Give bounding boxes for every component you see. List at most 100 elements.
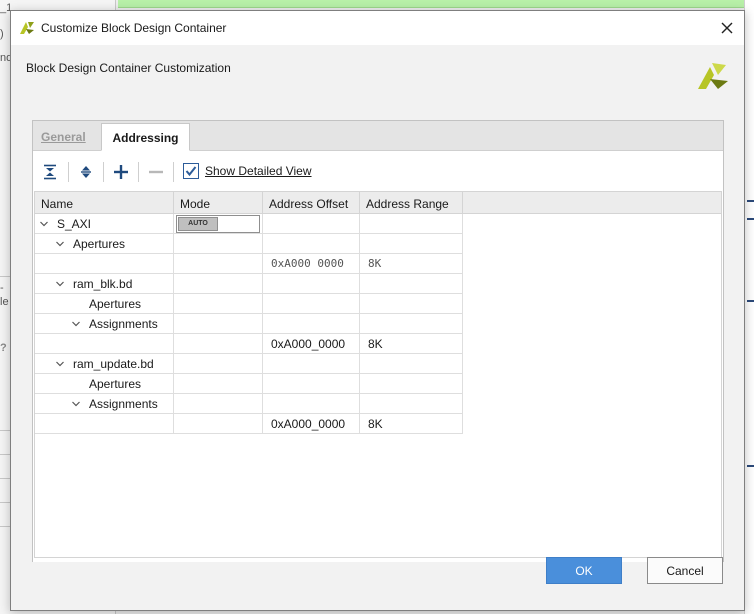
- dialog-titlebar[interactable]: Customize Block Design Container: [11, 11, 744, 45]
- close-button[interactable]: [716, 17, 738, 39]
- vivado-brand-icon: [698, 63, 728, 89]
- mode-cell: [174, 294, 263, 314]
- offset-cell: [263, 374, 360, 394]
- chevron-down-icon[interactable]: [55, 239, 65, 249]
- toolbar-separator: [103, 162, 104, 182]
- table-row[interactable]: Apertures: [35, 294, 463, 314]
- range-cell: [360, 294, 463, 314]
- table-row[interactable]: ram_blk.bd: [35, 274, 463, 294]
- name-cell: [35, 334, 174, 354]
- name-cell: Assignments: [35, 314, 174, 334]
- chevron-down-icon[interactable]: [71, 319, 81, 329]
- vivado-logo-icon: [20, 22, 34, 34]
- table-row[interactable]: 0xA000 0000 8K: [35, 254, 463, 274]
- mode-cell: [174, 234, 263, 254]
- group-name: Apertures: [89, 297, 142, 311]
- offset-cell: [263, 314, 360, 334]
- table-row[interactable]: 0xA000_0000 8K: [35, 414, 463, 434]
- mode-cell: [174, 374, 263, 394]
- add-button[interactable]: [110, 161, 132, 183]
- offset-cell: 0xA000_0000: [263, 334, 360, 354]
- offset-cell: [263, 274, 360, 294]
- name-cell: ram_blk.bd: [35, 274, 174, 294]
- background-marker: [747, 300, 754, 302]
- show-detailed-view-checkbox[interactable]: [183, 163, 199, 179]
- minus-icon: [149, 170, 163, 174]
- range-cell: 8K: [360, 254, 463, 274]
- addressing-toolbar: Show Detailed View: [33, 151, 723, 191]
- range-cell: [360, 214, 463, 234]
- group-name: Apertures: [73, 237, 126, 251]
- show-detailed-view-label[interactable]: Show Detailed View: [205, 164, 312, 178]
- name-cell: ram_update.bd: [35, 354, 174, 374]
- range-cell: [360, 394, 463, 414]
- mode-selector[interactable]: AUTO: [176, 215, 260, 233]
- cancel-button[interactable]: Cancel: [647, 557, 723, 584]
- mode-cell: [174, 254, 263, 274]
- offset-cell: [263, 294, 360, 314]
- toolbar-separator: [68, 162, 69, 182]
- name-cell: Apertures: [35, 294, 174, 314]
- interface-name: S_AXI: [57, 217, 92, 231]
- table-row[interactable]: Assignments: [35, 394, 463, 414]
- chevron-down-icon[interactable]: [39, 219, 49, 229]
- expand-all-icon: [81, 166, 91, 178]
- mode-cell: [174, 414, 263, 434]
- customize-dialog: Customize Block Design Container Block D…: [10, 10, 745, 611]
- tab-general[interactable]: General: [35, 123, 98, 151]
- background-marker: [747, 218, 754, 220]
- chevron-down-icon[interactable]: [55, 359, 65, 369]
- mode-value: AUTO: [178, 217, 218, 231]
- offset-cell: 0xA000 0000: [263, 254, 360, 274]
- column-header-name[interactable]: Name: [35, 192, 174, 214]
- block-design-name: ram_blk.bd: [73, 277, 133, 291]
- tab-addressing[interactable]: Addressing: [101, 123, 190, 151]
- table-header: Name Mode Address Offset Address Range: [35, 192, 721, 214]
- mode-cell: [174, 274, 263, 294]
- name-cell: Assignments: [35, 394, 174, 414]
- table-row[interactable]: Assignments: [35, 314, 463, 334]
- checkmark-icon: [185, 166, 197, 177]
- mode-cell: [174, 354, 263, 374]
- range-cell: [360, 234, 463, 254]
- background-marker: [747, 200, 754, 202]
- collapse-all-icon: [44, 164, 56, 180]
- range-cell: [360, 354, 463, 374]
- addressing-content: Show Detailed View Name Mode Address Off…: [33, 151, 723, 562]
- toolbar-separator: [173, 162, 174, 182]
- show-detailed-view-text: Show Detailed View: [205, 164, 312, 178]
- plus-icon: [114, 165, 128, 179]
- table-row[interactable]: Apertures: [35, 374, 463, 394]
- block-design-name: ram_update.bd: [73, 357, 154, 371]
- mode-cell: AUTO: [174, 214, 263, 234]
- toolbar-separator: [138, 162, 139, 182]
- remove-button[interactable]: [145, 161, 167, 183]
- tab-general-label: General: [41, 130, 86, 144]
- table-row[interactable]: ram_update.bd: [35, 354, 463, 374]
- table-row[interactable]: 0xA000_0000 8K: [35, 334, 463, 354]
- collapse-all-button[interactable]: [39, 161, 61, 183]
- chevron-down-icon[interactable]: [71, 399, 81, 409]
- column-header-address-range[interactable]: Address Range: [360, 192, 463, 214]
- name-cell: [35, 254, 174, 274]
- dialog-subtitle: Block Design Container Customization: [26, 61, 231, 75]
- range-cell: [360, 314, 463, 334]
- column-header-mode[interactable]: Mode: [174, 192, 263, 214]
- group-name: Assignments: [89, 317, 158, 331]
- background-marker: [747, 465, 754, 467]
- expand-all-button[interactable]: [75, 161, 97, 183]
- name-cell: S_AXI: [35, 214, 174, 234]
- ok-button[interactable]: OK: [546, 557, 622, 584]
- range-cell: [360, 374, 463, 394]
- table-row[interactable]: S_AXI AUTO: [35, 214, 463, 234]
- column-header-address-offset[interactable]: Address Offset: [263, 192, 360, 214]
- chevron-down-icon[interactable]: [55, 279, 65, 289]
- name-cell: [35, 414, 174, 434]
- tab-panel: General Addressing Show Detailed View Na…: [32, 120, 724, 562]
- group-name: Apertures: [89, 377, 142, 391]
- background-right-strip: [744, 0, 754, 614]
- offset-cell: [263, 214, 360, 234]
- range-cell: 8K: [360, 414, 463, 434]
- table-row[interactable]: Apertures: [35, 234, 463, 254]
- offset-cell: 0xA000_0000: [263, 414, 360, 434]
